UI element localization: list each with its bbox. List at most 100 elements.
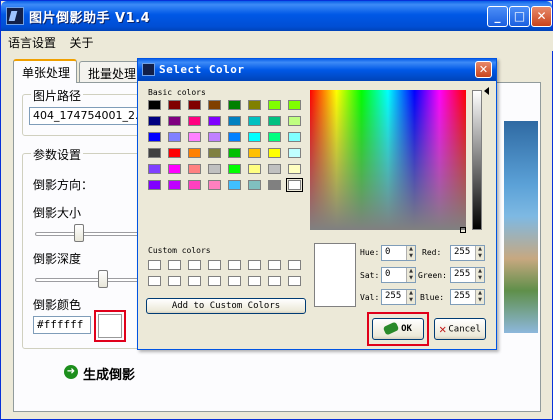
luminance-arrow-icon[interactable]	[484, 87, 489, 95]
custom-color-swatch[interactable]	[248, 260, 261, 270]
generate-button[interactable]: 生成倒影	[83, 364, 135, 383]
val-spinner[interactable]: 255 ▲ ▼	[381, 289, 416, 305]
basic-color-swatch[interactable]	[248, 180, 261, 190]
basic-color-swatch[interactable]	[148, 164, 161, 174]
basic-color-swatch[interactable]	[148, 148, 161, 158]
basic-color-swatch[interactable]	[248, 164, 261, 174]
basic-color-swatch[interactable]	[148, 100, 161, 110]
basic-color-swatch[interactable]	[168, 100, 181, 110]
title-bar[interactable]: 图片倒影助手 V1.4 _ □ ✕	[1, 1, 552, 31]
sat-spinner[interactable]: 0 ▲ ▼	[381, 267, 416, 283]
red-spin-arrows-icon[interactable]: ▲ ▼	[475, 246, 484, 260]
custom-color-swatch[interactable]	[208, 276, 221, 286]
basic-color-swatch[interactable]	[248, 116, 261, 126]
basic-color-swatch[interactable]	[228, 116, 241, 126]
dialog-close-button[interactable]: ✕	[475, 61, 492, 78]
hue-value: 0	[385, 247, 391, 257]
basic-color-swatch[interactable]	[268, 132, 281, 142]
custom-color-swatch[interactable]	[228, 276, 241, 286]
basic-color-swatch[interactable]	[248, 132, 261, 142]
basic-color-swatch[interactable]	[288, 100, 301, 110]
cancel-button[interactable]: ✕ Cancel	[434, 318, 486, 340]
basic-color-swatch[interactable]	[268, 148, 281, 158]
size-slider[interactable]	[35, 232, 147, 236]
basic-color-swatch[interactable]	[228, 148, 241, 158]
basic-color-swatch[interactable]	[168, 164, 181, 174]
blue-value: 255	[454, 291, 471, 301]
blue-spinner[interactable]: 255 ▲ ▼	[450, 289, 485, 305]
tab-single[interactable]: 单张处理	[13, 59, 77, 83]
depth-slider[interactable]	[35, 278, 147, 282]
custom-color-swatch[interactable]	[148, 260, 161, 270]
color-spectrum[interactable]	[310, 90, 466, 230]
basic-color-swatch[interactable]	[188, 180, 201, 190]
image-path-input[interactable]: 404_174754001_2.jp	[29, 107, 149, 125]
custom-color-swatch[interactable]	[188, 276, 201, 286]
custom-color-swatch[interactable]	[268, 260, 281, 270]
basic-color-swatch[interactable]	[228, 164, 241, 174]
basic-color-swatch[interactable]	[268, 116, 281, 126]
basic-color-swatch[interactable]	[288, 116, 301, 126]
basic-color-swatch[interactable]	[248, 148, 261, 158]
custom-color-swatch[interactable]	[208, 260, 221, 270]
basic-color-swatch[interactable]	[188, 116, 201, 126]
color-hex-input[interactable]: #ffffff	[33, 316, 91, 334]
green-spin-arrows-icon[interactable]: ▲ ▼	[475, 268, 484, 282]
basic-color-swatch[interactable]	[188, 148, 201, 158]
basic-color-swatch[interactable]	[168, 148, 181, 158]
green-spinner[interactable]: 255 ▲ ▼	[450, 267, 485, 283]
red-spinner[interactable]: 255 ▲ ▼	[450, 245, 485, 261]
basic-color-swatch[interactable]	[168, 116, 181, 126]
menu-about[interactable]: 关于	[64, 31, 98, 51]
basic-color-swatch[interactable]	[208, 100, 221, 110]
basic-color-swatch[interactable]	[288, 132, 301, 142]
basic-color-swatch[interactable]	[208, 180, 221, 190]
hue-spin-arrows-icon[interactable]: ▲ ▼	[406, 246, 415, 260]
size-slider-thumb[interactable]	[73, 224, 84, 242]
basic-color-swatch[interactable]	[148, 180, 161, 190]
basic-color-swatch[interactable]	[286, 178, 303, 192]
basic-color-swatch[interactable]	[208, 164, 221, 174]
basic-color-swatch[interactable]	[288, 164, 301, 174]
menu-language-settings[interactable]: 语言设置	[2, 31, 60, 51]
basic-color-swatch[interactable]	[188, 132, 201, 142]
basic-color-swatch[interactable]	[228, 132, 241, 142]
basic-color-swatch[interactable]	[208, 148, 221, 158]
basic-color-swatch[interactable]	[148, 116, 161, 126]
basic-color-swatch[interactable]	[188, 164, 201, 174]
basic-color-swatch[interactable]	[268, 100, 281, 110]
basic-color-swatch[interactable]	[268, 164, 281, 174]
custom-color-swatch[interactable]	[288, 260, 301, 270]
basic-color-swatch[interactable]	[228, 100, 241, 110]
basic-color-swatch[interactable]	[248, 100, 261, 110]
custom-color-swatch[interactable]	[188, 260, 201, 270]
add-custom-color-button[interactable]: Add to Custom Colors	[146, 298, 306, 314]
custom-color-swatch[interactable]	[228, 260, 241, 270]
custom-color-swatch[interactable]	[148, 276, 161, 286]
blue-spin-arrows-icon[interactable]: ▲ ▼	[475, 290, 484, 304]
custom-color-swatch[interactable]	[248, 276, 261, 286]
depth-slider-thumb[interactable]	[98, 270, 109, 288]
basic-color-swatch[interactable]	[228, 180, 241, 190]
basic-color-swatch[interactable]	[208, 116, 221, 126]
basic-color-swatch[interactable]	[168, 132, 181, 142]
maximize-button[interactable]: □	[509, 6, 530, 27]
basic-color-swatch[interactable]	[168, 180, 181, 190]
dialog-title-bar[interactable]: Select Color ✕	[138, 59, 496, 81]
basic-color-swatch[interactable]	[268, 180, 281, 190]
custom-color-swatch[interactable]	[168, 276, 181, 286]
sat-spin-arrows-icon[interactable]: ▲ ▼	[406, 268, 415, 282]
hue-spinner[interactable]: 0 ▲ ▼	[381, 245, 416, 261]
luminance-bar[interactable]	[472, 90, 482, 230]
custom-color-swatch[interactable]	[168, 260, 181, 270]
custom-color-swatch[interactable]	[268, 276, 281, 286]
close-button[interactable]: ✕	[531, 6, 552, 27]
basic-color-swatch[interactable]	[288, 148, 301, 158]
val-spin-arrows-icon[interactable]: ▲ ▼	[406, 290, 415, 304]
basic-color-swatch[interactable]	[148, 132, 161, 142]
custom-color-swatch[interactable]	[288, 276, 301, 286]
basic-color-swatch[interactable]	[188, 100, 201, 110]
basic-color-swatch[interactable]	[208, 132, 221, 142]
minimize-button[interactable]: _	[487, 6, 508, 27]
spectrum-crosshair[interactable]	[460, 227, 466, 233]
